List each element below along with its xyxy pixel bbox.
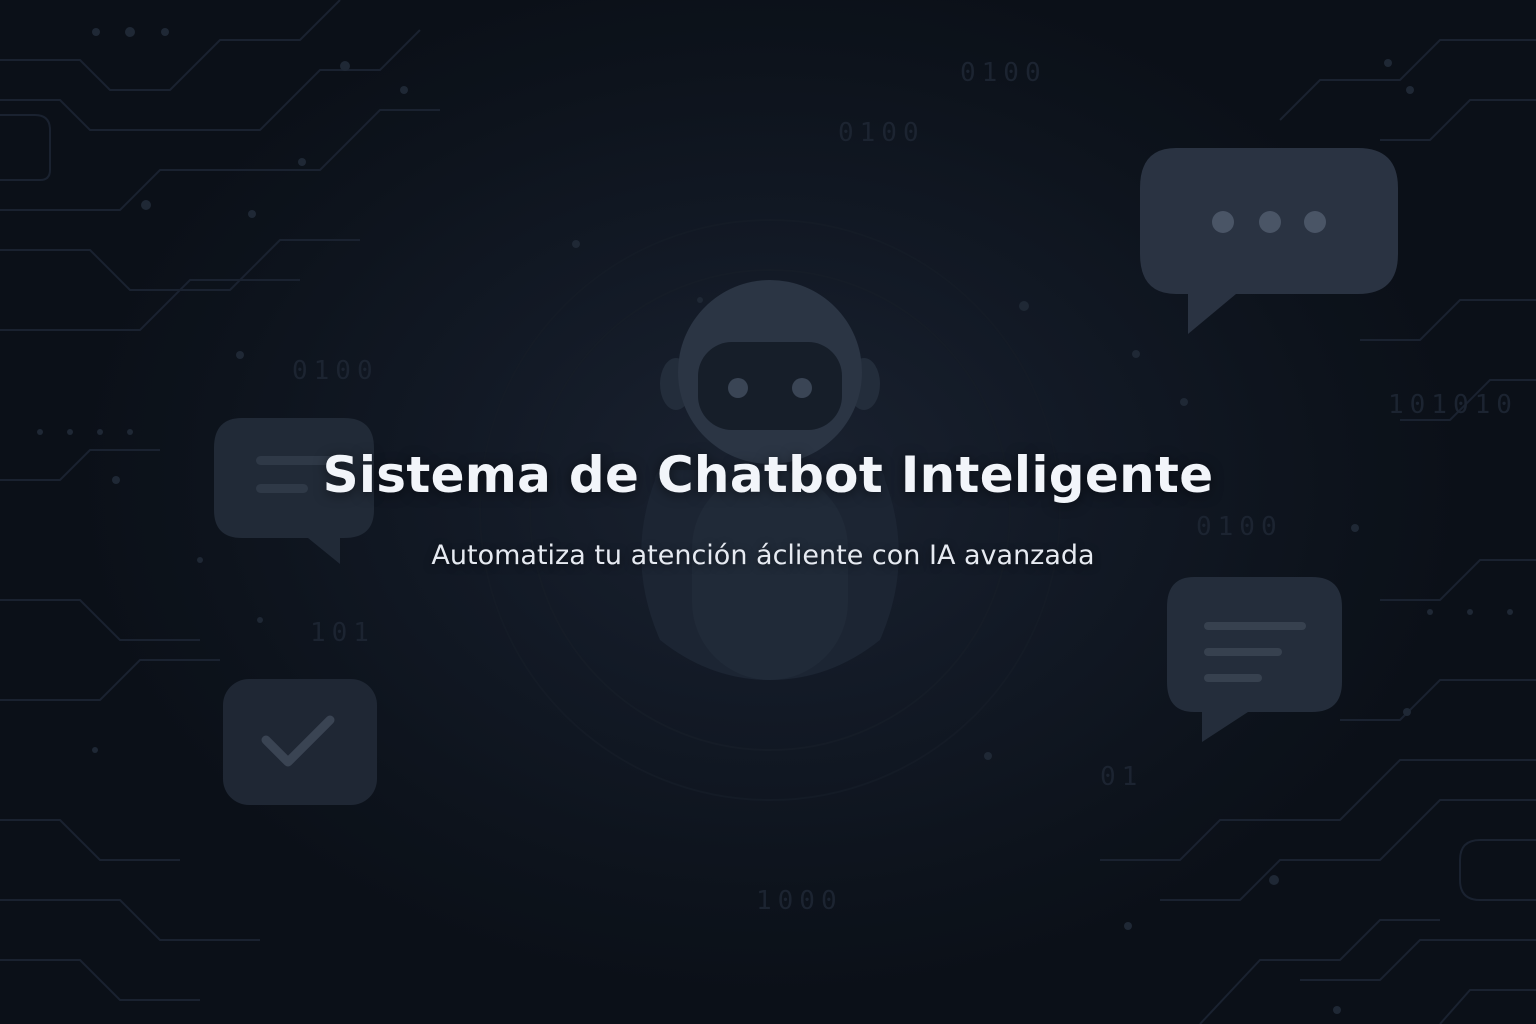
typing-chat-bubble-icon xyxy=(1140,148,1398,334)
checkmark-icon xyxy=(223,679,377,805)
page-title: Sistema de Chatbot Inteligente xyxy=(322,446,1214,504)
hero-banner: 0100 0100 101010 0100 0100 1000 101 01 S… xyxy=(0,0,1536,1024)
message-bubble-icon xyxy=(1167,577,1342,742)
page-subtitle: Automatiza tu atención ácliente con IA a… xyxy=(431,540,1095,571)
